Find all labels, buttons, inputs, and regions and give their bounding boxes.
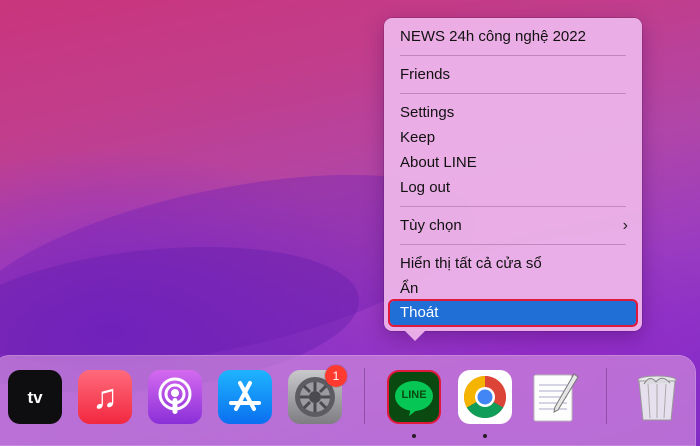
- menu-item-friends[interactable]: Friends: [384, 62, 642, 87]
- menu-separator: [400, 206, 626, 207]
- line-icon-text: LINE: [401, 389, 427, 401]
- textedit-icon[interactable]: [528, 370, 582, 424]
- menu-separator: [400, 244, 626, 245]
- menu-item-quit[interactable]: Thoát: [388, 299, 638, 327]
- podcasts-icon[interactable]: [148, 370, 202, 424]
- menu-item-settings[interactable]: Settings: [384, 100, 642, 125]
- music-icon[interactable]: ♫: [78, 370, 132, 424]
- menu-item-log-out[interactable]: Log out: [384, 175, 642, 200]
- dock-divider: [364, 368, 365, 424]
- notification-badge: 1: [325, 365, 347, 387]
- music-note-icon: ♫: [92, 378, 118, 416]
- running-indicator: [412, 434, 416, 438]
- menu-item-options[interactable]: Tùy chọn ›: [384, 213, 642, 238]
- chrome-icon[interactable]: [458, 370, 512, 424]
- trash-can-icon: [637, 375, 677, 421]
- menu-separator: [400, 93, 626, 94]
- menu-item-news-window[interactable]: NEWS 24h công nghệ 2022: [384, 24, 642, 49]
- dock-divider: [606, 368, 607, 424]
- line-dock-context-menu: NEWS 24h công nghệ 2022 Friends Settings…: [384, 18, 642, 331]
- app-store-glyph-icon: [229, 381, 261, 411]
- line-app-icon[interactable]: LINE: [387, 370, 441, 424]
- apple-tv-icon[interactable]: tv: [8, 370, 62, 424]
- menu-item-keep[interactable]: Keep: [384, 125, 642, 150]
- running-indicator: [483, 434, 487, 438]
- app-store-icon[interactable]: [218, 370, 272, 424]
- menu-item-show-all-windows[interactable]: Hiển thị tất cả cửa sổ: [384, 251, 642, 276]
- apple-tv-icon-text: tv: [27, 388, 43, 407]
- podcasts-glyph-icon: [158, 377, 192, 414]
- menu-item-hide[interactable]: Ẩn: [384, 276, 642, 301]
- notepad-icon: [533, 373, 579, 422]
- chevron-right-icon: ›: [622, 217, 628, 234]
- menu-item-options-label: Tùy chọn: [400, 217, 462, 234]
- menu-pointer-arrow: [404, 330, 426, 341]
- chrome-logo-icon: [463, 376, 507, 419]
- trash-icon[interactable]: [630, 370, 684, 424]
- menu-separator: [400, 55, 626, 56]
- menu-item-about-line[interactable]: About LINE: [384, 150, 642, 175]
